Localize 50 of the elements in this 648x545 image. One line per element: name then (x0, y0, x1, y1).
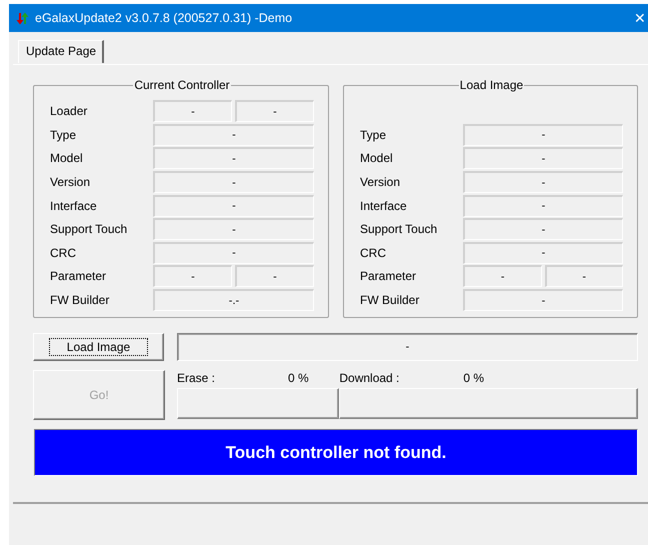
value-field: - (235, 265, 314, 288)
value-field: - (153, 218, 314, 240)
value-field: - (463, 147, 623, 170)
progress-label: Erase : (177, 370, 216, 384)
close-button[interactable]: ✕ (634, 10, 648, 26)
value-field: - (153, 147, 314, 170)
value-field: - (463, 289, 623, 311)
field-label: Parameter (360, 269, 418, 284)
tab[interactable]: Update Page (18, 40, 104, 63)
value-field: - (463, 124, 623, 146)
field-label: Support Touch (360, 222, 438, 236)
field-label: Version (360, 175, 402, 190)
field-label: Model (50, 151, 84, 166)
value-field: - (463, 242, 623, 264)
field-label: Type (50, 128, 78, 142)
field-label: Interface (360, 198, 408, 213)
progress-reading: 0 % (463, 370, 484, 384)
field-label: Type (360, 128, 388, 142)
value-field: -.- (153, 289, 314, 311)
load-image-button[interactable]: Load Image (33, 333, 164, 361)
image-path-field: - (177, 333, 638, 361)
field-label: Support Touch (50, 222, 128, 236)
field-label: CRC (50, 246, 77, 260)
field-label: Parameter (50, 269, 108, 284)
progress-label: Download : (339, 370, 400, 384)
progress-reading: 0 % (288, 370, 309, 384)
group-title: Load Image (458, 78, 524, 92)
field-label: Interface (50, 198, 98, 213)
value-field: - (463, 171, 623, 194)
value-field: - (544, 265, 623, 288)
field-label: Loader (50, 104, 88, 118)
value-field: - (153, 124, 314, 146)
status-message: Touch controller not found. (34, 429, 638, 476)
field-label: Version (50, 175, 92, 190)
value-field: - (153, 242, 314, 264)
value-field: - (153, 171, 314, 194)
value-field: - (153, 194, 314, 217)
value-field: - (153, 100, 232, 122)
field-label: FW Builder (50, 293, 110, 307)
value-field: - (463, 194, 623, 217)
value-field: - (463, 218, 623, 240)
value-field: - (463, 265, 542, 288)
value-field: - (153, 265, 232, 288)
field-label: Model (360, 151, 394, 166)
field-label: FW Builder (360, 293, 420, 307)
group-title: Current Controller (133, 78, 231, 92)
arrows-icon (16, 12, 29, 24)
field-label: CRC (360, 246, 387, 260)
window-title: eGalaxUpdate2 v3.0.7.8 (200527.0.31) -Demo (35, 11, 294, 25)
value-field: - (235, 100, 314, 122)
